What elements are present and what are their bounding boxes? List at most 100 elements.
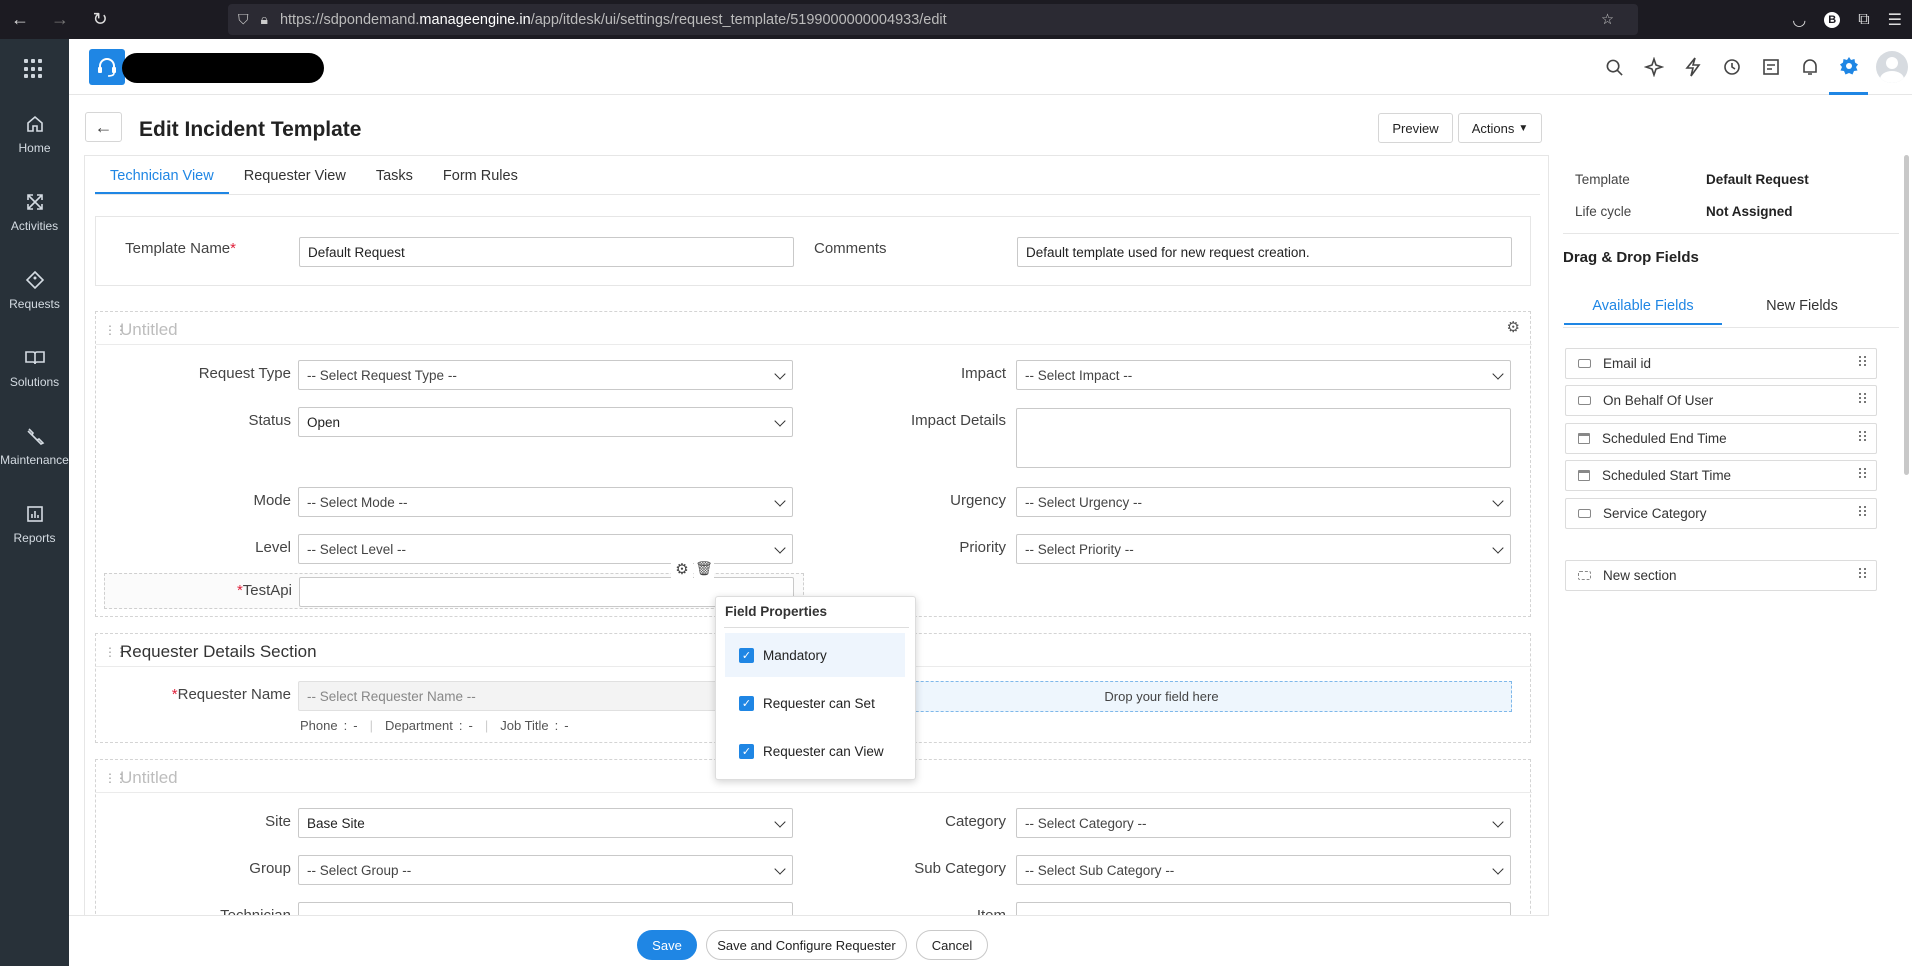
drag-handle-icon[interactable] <box>1859 393 1867 403</box>
sidebar-item-solutions[interactable]: Solutions <box>0 348 69 389</box>
testapi-field-row[interactable]: *TestApi ⚙ 🗑︎ <box>104 560 804 609</box>
tab-available-fields[interactable]: Available Fields <box>1564 295 1722 325</box>
impact-details-textarea[interactable] <box>1016 408 1511 468</box>
headset-icon <box>98 58 116 77</box>
page-scrollbar[interactable] <box>1904 155 1909 475</box>
mode-select[interactable]: -- Select Mode -- <box>298 487 793 517</box>
back-arrow-icon[interactable]: ← <box>0 0 40 39</box>
tab-technician-view[interactable]: Technician View <box>95 156 229 194</box>
group-select[interactable]: -- Select Group -- <box>298 855 793 885</box>
chevron-down-icon <box>1492 542 1504 554</box>
app-grid-icon[interactable] <box>24 59 44 79</box>
settings-gear-icon[interactable] <box>1829 39 1868 95</box>
status-select[interactable]: Open <box>298 407 793 437</box>
menu-icon[interactable]: ☰ <box>1888 10 1902 30</box>
sidebar-item-reports[interactable]: Reports <box>0 504 69 545</box>
drag-handle-icon[interactable] <box>1859 506 1867 516</box>
comments-input[interactable]: Default template used for new request cr… <box>1017 237 1512 267</box>
extension-badge-icon[interactable]: B <box>1824 11 1841 28</box>
checkbox-checked-icon[interactable]: ✓ <box>739 695 754 711</box>
requester-can-view-option[interactable]: ✓ Requester can View <box>725 729 905 773</box>
save-button[interactable]: Save <box>637 930 697 960</box>
chevron-down-icon <box>1492 495 1504 507</box>
new-section-item[interactable]: New section <box>1565 560 1877 591</box>
drag-handle-icon[interactable]: ⋮⋮ <box>104 772 127 784</box>
status-label: Status <box>248 412 291 429</box>
calendar-icon <box>1578 470 1590 481</box>
chevron-down-icon <box>774 495 786 507</box>
save-and-configure-requester-button[interactable]: Save and Configure Requester <box>706 930 907 960</box>
search-icon[interactable] <box>1595 39 1634 95</box>
available-field-on-behalf-of-user[interactable]: On Behalf Of User <box>1565 385 1877 416</box>
template-name-input[interactable]: Default Request <box>299 237 794 267</box>
technician-select[interactable] <box>298 902 793 915</box>
template-key: Template <box>1575 172 1630 187</box>
field-settings-gear-icon[interactable]: ⚙ <box>671 560 693 580</box>
address-bar[interactable]: ⛉ 🔒︎ https://sdpondemand. manageengine.in… <box>228 4 1638 35</box>
user-avatar[interactable] <box>1876 51 1908 83</box>
preview-button[interactable]: Preview <box>1378 113 1453 143</box>
drop-zone[interactable]: Drop your field here <box>811 681 1512 712</box>
drag-handle-icon[interactable] <box>1859 468 1867 478</box>
drag-handle-icon[interactable]: ⋮⋮ <box>104 324 127 336</box>
sidebar-item-label: Reports <box>13 531 56 545</box>
history-icon[interactable] <box>1712 39 1751 95</box>
drag-handle-icon[interactable] <box>1859 568 1867 578</box>
pocket-icon[interactable]: ◡ <box>1792 10 1806 30</box>
tab-tasks[interactable]: Tasks <box>361 156 428 194</box>
sidebar-item-maintenance[interactable]: Maintenance <box>0 426 69 467</box>
urgency-label: Urgency <box>950 492 1006 509</box>
available-field-scheduled-end-time[interactable]: Scheduled End Time <box>1565 423 1877 454</box>
back-button[interactable]: ← <box>85 112 122 142</box>
reload-icon[interactable]: ↻ <box>80 0 120 39</box>
drag-handle-icon[interactable] <box>1859 431 1867 441</box>
level-select[interactable]: -- Select Level -- <box>298 534 793 564</box>
notifications-bell-icon[interactable] <box>1790 39 1829 95</box>
requester-name-label: *Requester Name <box>171 686 291 703</box>
impact-select[interactable]: -- Select Impact -- <box>1016 360 1511 390</box>
cancel-button[interactable]: Cancel <box>916 930 988 960</box>
available-field-service-category[interactable]: Service Category <box>1565 498 1877 529</box>
available-field-email-id[interactable]: Email id <box>1565 348 1877 379</box>
checkbox-checked-icon[interactable]: ✓ <box>739 743 754 759</box>
drag-handle-icon[interactable] <box>1859 356 1867 366</box>
checkbox-checked-icon[interactable]: ✓ <box>739 647 754 663</box>
item-select[interactable] <box>1016 902 1511 915</box>
drag-handle-icon[interactable]: ⋮⋮ <box>104 646 127 658</box>
priority-label: Priority <box>959 539 1006 556</box>
browser-toolbar: ← → ↻ ⛉ 🔒︎ https://sdpondemand. manageeng… <box>0 0 1912 39</box>
bookmark-star-icon[interactable]: ☆ <box>1601 12 1614 28</box>
section-settings-gear-icon[interactable]: ⚙ <box>1507 318 1520 336</box>
priority-select[interactable]: -- Select Priority -- <box>1016 534 1511 564</box>
tab-form-rules[interactable]: Form Rules <box>428 156 533 194</box>
reports-icon <box>26 506 43 522</box>
available-field-scheduled-start-time[interactable]: Scheduled Start Time <box>1565 460 1877 491</box>
requester-can-set-option[interactable]: ✓ Requester can Set <box>725 681 905 725</box>
url-prefix: https://sdpondemand. <box>279 11 420 28</box>
urgency-select[interactable]: -- Select Urgency -- <box>1016 487 1511 517</box>
sidebar-item-activities[interactable]: Activities <box>0 192 69 233</box>
calendar-icon <box>1578 433 1590 444</box>
actions-dropdown-button[interactable]: Actions ▼ <box>1458 113 1542 143</box>
extensions-icon[interactable]: ⧉ <box>1858 11 1869 29</box>
subcategory-select[interactable]: -- Select Sub Category -- <box>1016 855 1511 885</box>
tasks-list-icon[interactable] <box>1751 39 1790 95</box>
section-icon <box>1578 571 1591 580</box>
site-select[interactable]: Base Site <box>298 808 793 838</box>
input-icon <box>1578 396 1591 405</box>
category-select[interactable]: -- Select Category -- <box>1016 808 1511 838</box>
quick-actions-bolt-icon[interactable] <box>1673 39 1712 95</box>
tab-new-fields[interactable]: New Fields <box>1723 295 1881 325</box>
forward-arrow-icon[interactable]: → <box>40 0 80 39</box>
sidebar-item-home[interactable]: Home <box>0 114 69 155</box>
mandatory-option[interactable]: ✓ Mandatory <box>725 633 905 677</box>
request-type-select[interactable]: -- Select Request Type -- <box>298 360 793 390</box>
sidebar-item-requests[interactable]: Requests <box>0 270 69 311</box>
delete-trash-icon[interactable]: 🗑︎ <box>694 560 714 580</box>
arrow-left-icon: ← <box>94 116 113 137</box>
browser-extensions: ◡ B ⧉ ☰ <box>1792 0 1902 39</box>
sidebar-item-label: Requests <box>9 297 60 311</box>
app-logo[interactable] <box>89 49 125 85</box>
tab-requester-view[interactable]: Requester View <box>229 156 361 194</box>
ai-sparkle-icon[interactable] <box>1634 39 1673 95</box>
